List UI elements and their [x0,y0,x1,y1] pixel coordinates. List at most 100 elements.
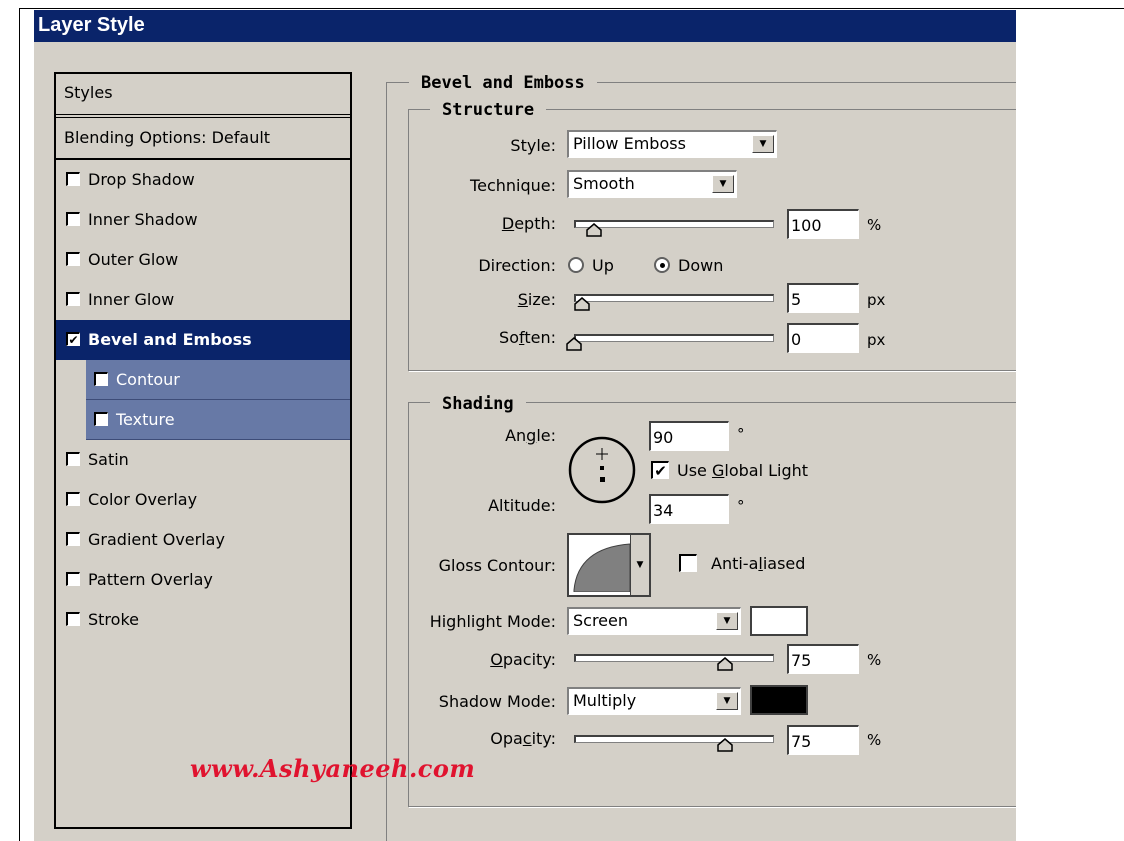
style-select-value: Pillow Emboss [573,134,686,153]
style-checkbox[interactable] [66,531,80,546]
style-checkbox[interactable] [66,211,80,226]
style-item-contour[interactable]: Contour [86,360,350,400]
highlight-mode-label: Highlight Mode: [429,612,556,631]
style-item-label: Contour [116,370,180,389]
style-item-label: Texture [116,410,175,429]
frame-top-border [19,8,1124,9]
depth-input[interactable]: 100 [787,209,859,239]
gloss-contour-label: Gloss Contour: [438,556,556,575]
highlight-opacity-unit: % [867,651,882,669]
shadow-opacity-unit: % [867,731,882,749]
style-item-satin[interactable]: Satin [56,440,350,480]
style-item-label: Gradient Overlay [88,530,225,549]
style-item-drop-shadow[interactable]: Drop Shadow [56,160,350,200]
style-item-label: Drop Shadow [88,170,195,189]
style-select[interactable]: Pillow Emboss ▼ [567,130,777,158]
style-checkbox[interactable] [94,371,108,386]
chevron-down-icon[interactable]: ▼ [752,135,774,153]
chevron-down-icon[interactable]: ▼ [712,175,734,193]
dialog-title: Layer Style [34,10,1016,42]
style-checkbox[interactable] [66,171,80,186]
shadow-mode-label: Shadow Mode: [438,692,556,711]
contour-curve-icon [573,543,630,592]
style-item-label: Bevel and Emboss [88,330,252,349]
depth-slider-thumb[interactable] [586,223,602,237]
style-item-inner-shadow[interactable]: Inner Shadow [56,200,350,240]
watermark: www.Ashyaneeh.com [190,754,476,783]
blending-options-item[interactable]: Blending Options: Default [56,118,350,160]
chevron-down-icon[interactable]: ▼ [716,612,738,630]
direction-down-radio[interactable] [654,256,670,273]
frame-left-border [19,8,20,841]
gloss-contour-dropdown-arrow[interactable]: ▼ [630,535,649,595]
soften-slider-thumb[interactable] [566,337,582,351]
angle-label: Angle: [505,426,556,445]
style-checkbox[interactable] [66,611,80,626]
highlight-opacity-track[interactable] [574,654,774,662]
direction-up-option[interactable]: Up [568,256,614,276]
style-checkbox[interactable]: ✔ [66,331,80,346]
style-item-label: Satin [88,450,129,469]
technique-select-value: Smooth [573,174,635,193]
style-checkbox[interactable] [66,491,80,506]
size-input[interactable]: 5 [787,283,859,313]
style-item-label: Inner Glow [88,290,175,309]
highlight-mode-select[interactable]: Screen ▼ [567,607,741,635]
angle-input[interactable]: 90 [649,421,729,451]
style-checkbox[interactable] [66,451,80,466]
styles-list: Styles Blending Options: Default Drop Sh… [54,72,352,829]
style-checkbox[interactable] [66,571,80,586]
soften-input[interactable]: 0 [787,323,859,353]
size-slider-track[interactable] [574,294,774,302]
style-item-bevel-and-emboss[interactable]: ✔ Bevel and Emboss [56,320,350,360]
shadow-opacity-thumb[interactable] [717,738,733,752]
soften-slider-track[interactable] [574,334,774,342]
gloss-contour-picker[interactable]: ▼ [567,533,651,597]
soften-unit: px [867,331,886,349]
size-unit: px [867,291,886,309]
highlight-opacity-input[interactable]: 75 [787,644,859,674]
style-item-texture[interactable]: Texture [86,400,350,440]
use-global-light-label: Use Global Light [677,461,809,480]
style-checkbox[interactable] [94,411,108,426]
size-slider-thumb[interactable] [574,297,590,311]
shadow-opacity-track[interactable] [574,735,774,743]
use-global-light-checkbox[interactable]: ✔ [651,460,669,479]
shading-title: Shading [430,394,526,414]
depth-slider-track[interactable] [574,220,774,228]
direction-down-option[interactable]: Down [654,256,723,276]
style-item-gradient-overlay[interactable]: Gradient Overlay [56,520,350,560]
shadow-opacity-label: Opacity: [490,729,556,748]
chevron-down-icon[interactable]: ▼ [716,692,738,710]
anti-aliased-option[interactable]: Anti-aliased [679,553,806,574]
structure-title: Structure [430,100,547,120]
styles-header[interactable]: Styles [56,74,350,118]
style-item-stroke[interactable]: Stroke [56,600,350,640]
angle-dial[interactable] [566,434,638,506]
style-item-label: Stroke [88,610,139,629]
anti-aliased-label: Anti-aliased [711,554,806,573]
style-checkbox[interactable] [66,251,80,266]
depth-label: Depth: [501,214,556,233]
soften-label: Soften: [499,328,556,347]
style-item-color-overlay[interactable]: Color Overlay [56,480,350,520]
altitude-input[interactable]: 34 [649,494,729,524]
technique-label: Technique: [470,176,556,195]
shadow-color-swatch[interactable] [750,685,808,715]
technique-select[interactable]: Smooth ▼ [567,170,737,198]
shadow-mode-select[interactable]: Multiply ▼ [567,687,741,715]
style-checkbox[interactable] [66,291,80,306]
highlight-opacity-thumb[interactable] [717,657,733,671]
size-label: Size: [517,290,556,309]
anti-aliased-checkbox[interactable] [679,553,697,572]
bevel-emboss-title: Bevel and Emboss [409,73,597,93]
use-global-light-option[interactable]: ✔ Use Global Light [651,460,809,481]
style-item-outer-glow[interactable]: Outer Glow [56,240,350,280]
style-item-inner-glow[interactable]: Inner Glow [56,280,350,320]
shadow-opacity-input[interactable]: 75 [787,725,859,755]
shadow-mode-value: Multiply [573,691,637,710]
highlight-color-swatch[interactable] [750,606,808,636]
style-item-pattern-overlay[interactable]: Pattern Overlay [56,560,350,600]
layer-style-dialog: Layer Style Styles Blending Options: Def… [34,10,1016,841]
direction-up-radio[interactable] [568,256,584,273]
